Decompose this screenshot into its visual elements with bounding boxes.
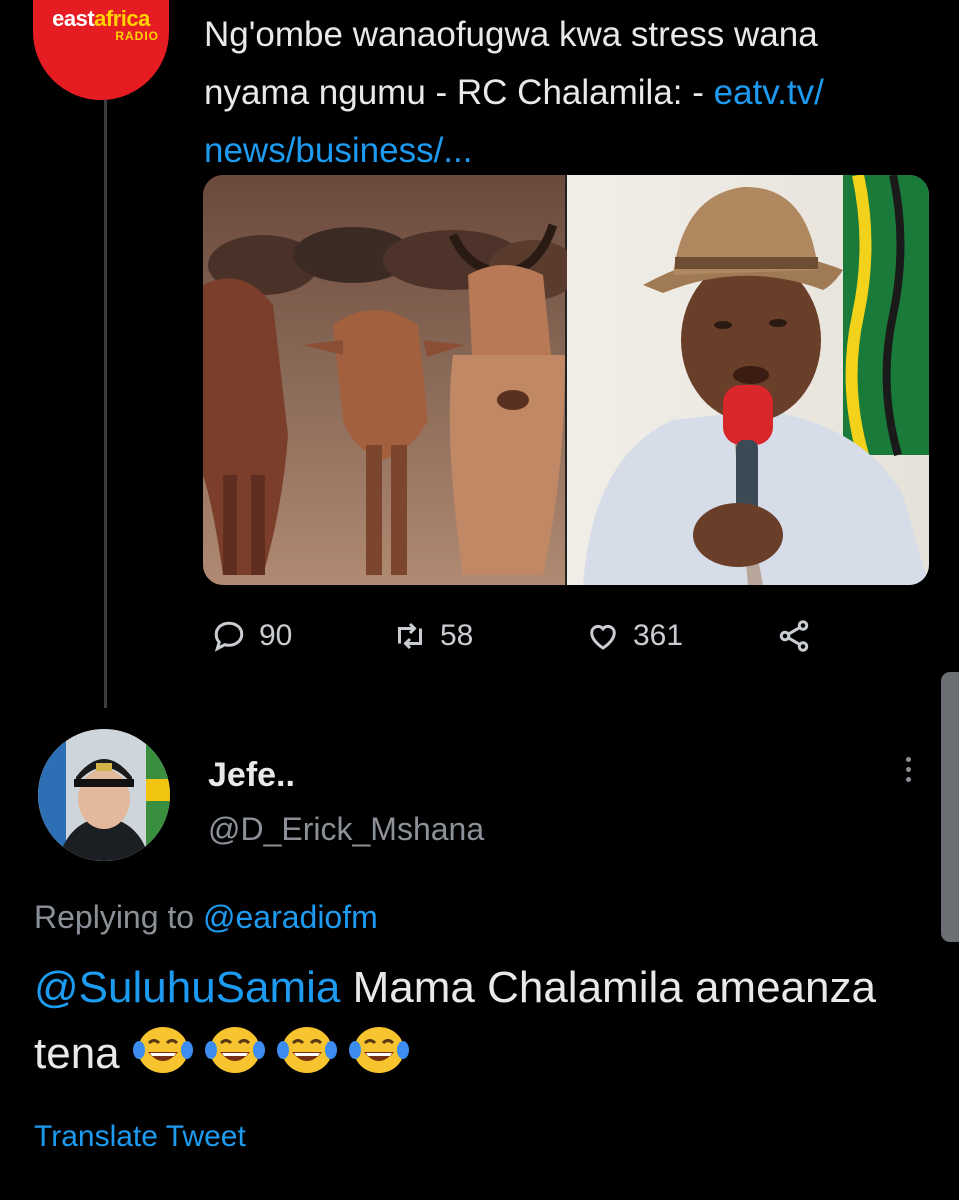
laughing-emoji-icon — [204, 1027, 265, 1073]
media-image-right — [567, 175, 929, 585]
reply-text: @SuluhuSamia Mama Chalamila ameanza tena — [34, 955, 914, 1087]
translate-tweet-link[interactable]: Translate Tweet — [34, 1120, 246, 1154]
author-name[interactable]: Jefe.. — [208, 756, 295, 795]
replying-to: Replying to @earadiofm — [34, 899, 378, 936]
reply-action[interactable]: 90 — [211, 618, 292, 654]
replying-to-handle[interactable]: @earadiofm — [203, 899, 378, 935]
like-action[interactable]: 361 — [585, 618, 683, 654]
avatar[interactable] — [38, 729, 170, 861]
reply-icon — [214, 621, 244, 652]
replying-label: Replying to — [34, 899, 195, 935]
laughing-emoji-icon — [348, 1027, 409, 1073]
laughing-emoji-icon — [276, 1027, 337, 1073]
reply-count: 90 — [259, 619, 293, 652]
avatar-image — [38, 729, 170, 861]
share-icon — [779, 620, 809, 652]
like-icon — [590, 624, 616, 650]
tweet-media[interactable] — [203, 175, 929, 585]
like-count: 361 — [633, 619, 684, 652]
mention-link[interactable]: @SuluhuSamia — [34, 963, 340, 1012]
source-logo: eastafrica RADIO — [52, 6, 159, 43]
thread-line — [104, 100, 107, 708]
tweet-actions: 90 58 361 — [0, 618, 959, 668]
author-handle[interactable]: @D_Erick_Mshana — [208, 811, 484, 848]
emoji-group — [132, 1027, 420, 1078]
retweet-action[interactable]: 58 — [392, 618, 473, 654]
tweet-text: Ng'ombe wanaofugwa kwa stress wana nyama… — [204, 6, 924, 180]
laughing-emoji-icon — [132, 1027, 193, 1073]
retweet-icon — [398, 622, 422, 650]
source-avatar[interactable]: eastafrica RADIO — [33, 0, 169, 100]
share-action[interactable] — [776, 618, 812, 654]
scrollbar[interactable] — [941, 672, 959, 942]
more-options-icon[interactable] — [896, 752, 920, 792]
retweet-count: 58 — [440, 619, 474, 652]
